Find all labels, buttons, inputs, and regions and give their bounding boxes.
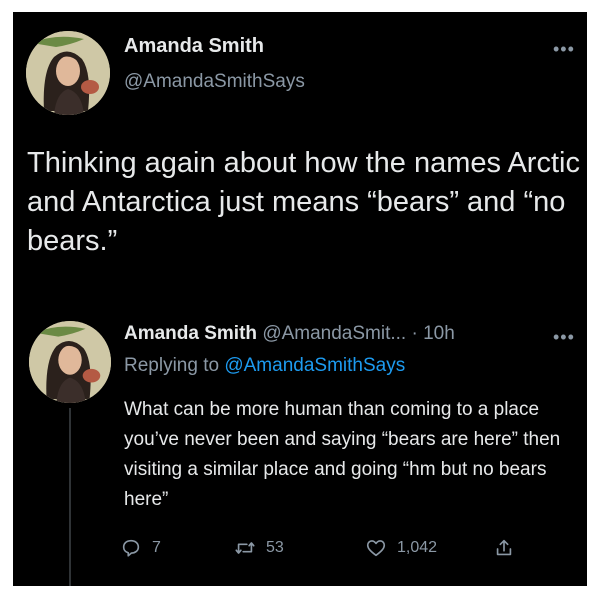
replying-to-label: Replying to: [124, 355, 220, 376]
author-handle[interactable]: @AmandaSmithSays: [124, 71, 305, 93]
author-avatar[interactable]: [26, 31, 110, 115]
tweet-screenshot: Amanda Smith @AmandaSmithSays ••• Thinki…: [13, 12, 587, 586]
action-bar: 7 53 1,042: [120, 533, 520, 563]
replying-to: Replying to @AmandaSmithSays: [124, 355, 405, 377]
reply-tweet-text: What can be more human than coming to a …: [124, 399, 561, 510]
avatar-image: [29, 321, 111, 403]
avatar-image: [26, 31, 110, 115]
retweet-button[interactable]: 53: [234, 533, 284, 563]
thread-line: [69, 408, 71, 586]
like-button[interactable]: 1,042: [365, 533, 437, 563]
reply-timestamp[interactable]: 10h: [423, 323, 455, 344]
reply-button[interactable]: 7: [120, 533, 161, 563]
share-button[interactable]: [493, 533, 525, 563]
author-name[interactable]: Amanda Smith: [124, 35, 264, 58]
retweet-count: 53: [266, 539, 284, 556]
reply-header: Amanda Smith @AmandaSmit... · 10h: [124, 323, 455, 345]
replying-to-mention[interactable]: @AmandaSmithSays: [224, 355, 405, 376]
reply-count: 7: [152, 539, 161, 556]
reply-author-avatar[interactable]: [29, 321, 111, 403]
more-horizontal-icon[interactable]: •••: [553, 328, 575, 346]
reply-icon: [122, 539, 140, 557]
retweet-icon: [235, 542, 255, 554]
reply-author-handle[interactable]: @AmandaSmit...: [262, 323, 406, 344]
more-horizontal-icon[interactable]: •••: [553, 40, 575, 58]
time-separator: ·: [411, 323, 418, 344]
tweet-text: Thinking again about how the names Arcti…: [27, 147, 580, 257]
reply-author-name[interactable]: Amanda Smith: [124, 323, 257, 344]
share-icon: [496, 539, 512, 556]
heart-icon: [366, 540, 386, 557]
like-count: 1,042: [397, 539, 438, 556]
